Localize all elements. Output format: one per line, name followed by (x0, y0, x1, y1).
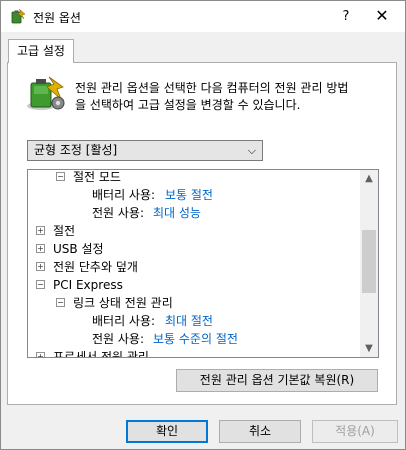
ok-button[interactable]: 확인 (126, 420, 208, 443)
tree-item-label: 전원 단추와 덮개 (53, 260, 138, 274)
tree-row-setting[interactable]: 전원 사용: 보통 수준의 절전 (28, 330, 358, 348)
collapse-icon[interactable]: − (36, 280, 45, 289)
tree-row-pci-express[interactable]: − PCI Express (28, 276, 358, 294)
tree-item-label: PCI Express (53, 278, 123, 292)
restore-defaults-button[interactable]: 전원 관리 옵션 기본값 복원(R) (176, 369, 378, 392)
scrollbar-thumb[interactable] (362, 230, 376, 293)
tree-item-label: USB 설정 (53, 242, 104, 256)
expand-icon[interactable]: + (36, 244, 45, 253)
setting-value-link[interactable]: 보통 절전 (165, 186, 213, 204)
tree-row-setting[interactable]: 전원 사용: 최대 성능 (28, 204, 358, 222)
power-scheme-dropdown[interactable]: 균형 조정 [활성] ⌵ (27, 140, 263, 161)
description-line-2: 을 선택하여 고급 설정을 변경할 수 있습니다. (75, 98, 301, 112)
tree-row-sleep-mode[interactable]: − 절전 모드 (28, 170, 358, 186)
expand-icon[interactable]: + (36, 226, 45, 235)
power-scheme-value: 균형 조정 [활성] (34, 143, 118, 157)
expand-icon[interactable]: + (36, 352, 45, 357)
chevron-down-icon: ⌵ (247, 144, 256, 157)
close-button[interactable]: ✕ (359, 1, 405, 32)
tree-row-usb-settings[interactable]: + USB 설정 (28, 240, 358, 258)
tree-item-label: 절전 (53, 224, 76, 238)
tree-row-setting[interactable]: 배터리 사용: 최대 절전 (28, 312, 358, 330)
window-title: 전원 옵션 (33, 11, 81, 25)
tree-row-sleep[interactable]: + 절전 (28, 222, 358, 240)
tree-item-label: 링크 상태 전원 관리 (73, 296, 173, 310)
collapse-icon[interactable]: − (56, 172, 65, 181)
apply-button[interactable]: 적용(A) (312, 420, 398, 443)
setting-value-link[interactable]: 보통 수준의 절전 (153, 330, 238, 348)
title-bar: 전원 옵션 ? ✕ (1, 1, 405, 32)
settings-tree[interactable]: − 절전 모드 배터리 사용: 보통 절전 전원 사용: 최대 성능 + 절전 … (27, 169, 379, 358)
tree-item-label: 절전 모드 (73, 170, 121, 184)
setting-value-link[interactable]: 최대 성능 (153, 204, 201, 222)
tree-row-link-state-power[interactable]: − 링크 상태 전원 관리 (28, 294, 358, 312)
expand-icon[interactable]: + (36, 262, 45, 271)
setting-label: 전원 사용: (92, 332, 145, 346)
setting-label: 배터리 사용: (92, 188, 156, 202)
setting-label: 배터리 사용: (92, 314, 156, 328)
tree-row-processor-power[interactable]: + 프로세서 전원 관리 (28, 348, 358, 358)
tree-row-setting[interactable]: 배터리 사용: 보통 절전 (28, 186, 358, 204)
cancel-button[interactable]: 취소 (219, 420, 301, 443)
power-options-dialog: 전원 옵션 ? ✕ 고급 설정 전원 관리 옵션을 선택한 다음 컴퓨터의 전원… (0, 0, 406, 450)
setting-value-link[interactable]: 최대 절전 (165, 312, 213, 330)
scroll-down-arrow-icon[interactable]: ▼ (360, 340, 378, 357)
scroll-up-arrow-icon[interactable]: ▲ (360, 170, 378, 187)
battery-settings-icon (27, 76, 65, 110)
collapse-icon[interactable]: − (56, 298, 65, 307)
description-line-1: 전원 관리 옵션을 선택한 다음 컴퓨터의 전원 관리 방법 (75, 81, 349, 95)
tree-row-power-buttons-lid[interactable]: + 전원 단추와 덮개 (28, 258, 358, 276)
setting-label: 전원 사용: (92, 206, 145, 220)
tree-item-label: 프로세서 전원 관리 (53, 350, 149, 358)
tree-scrollbar[interactable]: ▲ ▼ (360, 170, 378, 357)
tab-advanced-settings[interactable]: 고급 설정 (8, 39, 74, 63)
power-options-icon (11, 8, 26, 24)
